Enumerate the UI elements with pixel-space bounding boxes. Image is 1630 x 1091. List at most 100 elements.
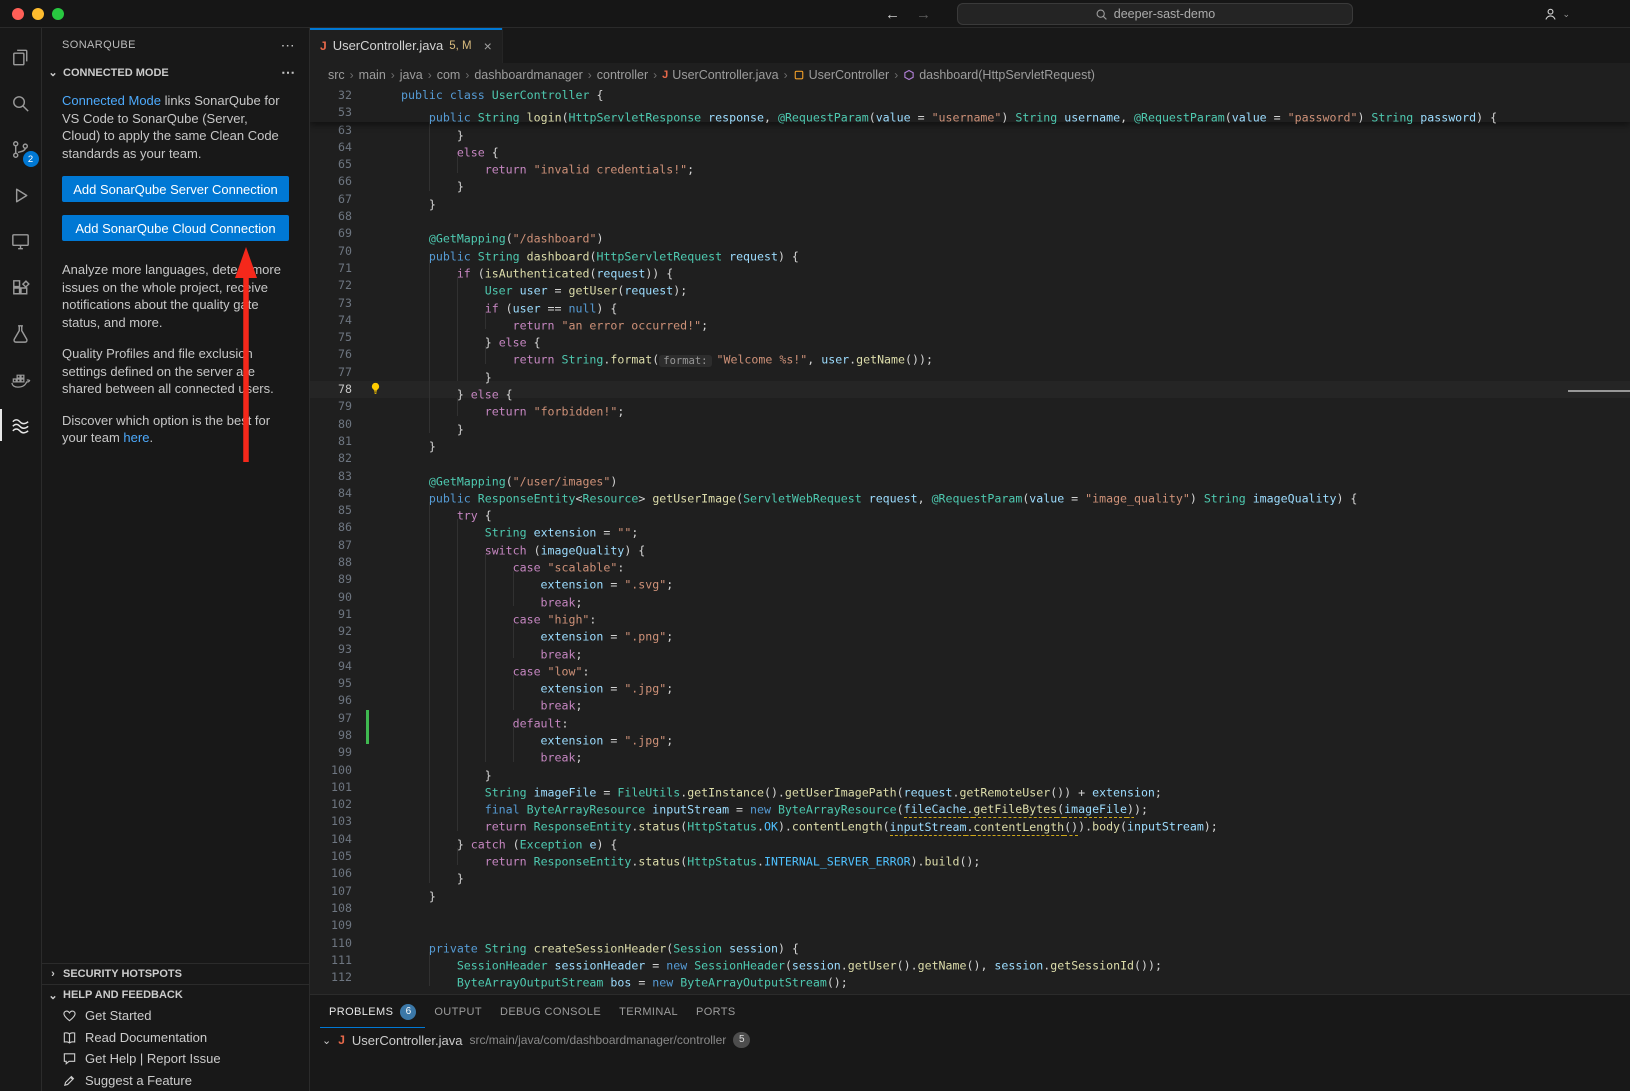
line-number[interactable]: 89	[310, 571, 352, 588]
code-line-69[interactable]: 69@GetMapping("/dashboard")	[310, 225, 1630, 242]
line-number[interactable]: 72	[310, 277, 352, 294]
window-close-button[interactable]	[12, 8, 24, 20]
line-number[interactable]: 69	[310, 225, 352, 242]
code-line-82[interactable]: 82	[310, 450, 1630, 467]
code-line-99[interactable]: 99break;	[310, 744, 1630, 761]
help-item-get-started[interactable]: Get Started	[42, 1005, 309, 1027]
code-line-106[interactable]: 106}	[310, 865, 1630, 882]
code-line-71[interactable]: 71if (isAuthenticated(request)) {	[310, 260, 1630, 277]
command-center-search[interactable]: deeper-sast-demo	[957, 3, 1353, 25]
breadcrumb-item[interactable]: com	[437, 68, 461, 82]
code-line-93[interactable]: 93break;	[310, 641, 1630, 658]
line-number[interactable]: 67	[310, 191, 352, 208]
code-line-95[interactable]: 95extension = ".jpg";	[310, 675, 1630, 692]
code-line-72[interactable]: 72User user = getUser(request);	[310, 277, 1630, 294]
line-number[interactable]: 66	[310, 173, 352, 190]
line-number[interactable]: 91	[310, 606, 352, 623]
code-line-112[interactable]: 112ByteArrayOutputStream bos = new ByteA…	[310, 969, 1630, 986]
code-line-68[interactable]: 68	[310, 208, 1630, 225]
line-number[interactable]: 98	[310, 727, 352, 744]
line-number[interactable]: 76	[310, 346, 352, 363]
line-number[interactable]: 75	[310, 329, 352, 346]
section-more-actions-icon[interactable]: ⋯	[281, 64, 295, 81]
line-number[interactable]: 63	[310, 122, 352, 139]
line-number[interactable]: 73	[310, 295, 352, 312]
line-number[interactable]: 71	[310, 260, 352, 277]
line-number[interactable]: 90	[310, 589, 352, 606]
connected-mode-section-header[interactable]: ⌄ CONNECTED MODE ⋯	[42, 62, 309, 83]
line-number[interactable]: 82	[310, 450, 352, 467]
code-line-111[interactable]: 111SessionHeader sessionHeader = new Ses…	[310, 952, 1630, 969]
line-number[interactable]: 96	[310, 692, 352, 709]
history-back-button[interactable]: ←	[885, 6, 900, 23]
code-line-84[interactable]: 84public ResponseEntity<Resource> getUse…	[310, 485, 1630, 502]
code-line-66[interactable]: 66}	[310, 173, 1630, 190]
add-sonarqube-cloud-connection-button[interactable]: Add SonarQube Cloud Connection	[62, 215, 289, 241]
help-item-get-help-report-issue[interactable]: Get Help | Report Issue	[42, 1048, 309, 1070]
line-number[interactable]: 74	[310, 312, 352, 329]
help-feedback-section-header[interactable]: ⌄ HELP AND FEEDBACK	[42, 984, 309, 1005]
code-line-107[interactable]: 107}	[310, 883, 1630, 900]
line-number[interactable]: 80	[310, 416, 352, 433]
line-number[interactable]: 105	[310, 848, 352, 865]
line-number[interactable]: 83	[310, 468, 352, 485]
search-view-icon[interactable]	[0, 80, 42, 126]
line-number[interactable]: 77	[310, 364, 352, 381]
close-icon[interactable]: ×	[484, 38, 492, 54]
run-debug-icon[interactable]	[0, 172, 42, 218]
code-line-98[interactable]: 98extension = ".jpg";	[310, 727, 1630, 744]
code-line-91[interactable]: 91case "high":	[310, 606, 1630, 623]
code-line-105[interactable]: 105return ResponseEntity.status(HttpStat…	[310, 848, 1630, 865]
text-link[interactable]: Connected Mode	[62, 93, 161, 108]
line-number[interactable]: 102	[310, 796, 352, 813]
line-number[interactable]: 53	[310, 104, 352, 121]
code-line-90[interactable]: 90break;	[310, 589, 1630, 606]
history-forward-button[interactable]: →	[916, 6, 931, 23]
code-line-74[interactable]: 74return "an error occurred!";	[310, 312, 1630, 329]
line-number[interactable]: 70	[310, 243, 352, 260]
line-number[interactable]: 87	[310, 537, 352, 554]
line-number[interactable]: 95	[310, 675, 352, 692]
security-hotspots-section-header[interactable]: › SECURITY HOTSPOTS	[42, 963, 309, 984]
code-line-88[interactable]: 88case "scalable":	[310, 554, 1630, 571]
line-number[interactable]: 101	[310, 779, 352, 796]
panel-tab-ports[interactable]: PORTS	[687, 995, 745, 1028]
more-actions-icon[interactable]: ⋯	[281, 37, 295, 54]
breadcrumb-item[interactable]: java	[400, 68, 423, 82]
code-line-85[interactable]: 85try {	[310, 502, 1630, 519]
code-line-67[interactable]: 67}	[310, 191, 1630, 208]
panel-tab-terminal[interactable]: TERMINAL	[610, 995, 687, 1028]
code-line-89[interactable]: 89extension = ".svg";	[310, 571, 1630, 588]
source-control-icon[interactable]: 2	[0, 126, 42, 172]
tab-usercontroller-java[interactable]: J UserController.java 5, M ×	[310, 28, 503, 63]
breadcrumb-item[interactable]: controller	[597, 68, 648, 82]
help-item-read-documentation[interactable]: Read Documentation	[42, 1027, 309, 1049]
line-number[interactable]: 86	[310, 519, 352, 536]
code-line-76[interactable]: 76return String.format(format:"Welcome %…	[310, 346, 1630, 363]
code-line-32[interactable]: 32public class UserController {	[310, 87, 1630, 104]
code-line-73[interactable]: 73if (user == null) {	[310, 295, 1630, 312]
line-number[interactable]: 111	[310, 952, 352, 969]
problems-file-row[interactable]: ⌄ J UserController.java src/main/java/co…	[310, 1028, 1630, 1052]
lightbulb-icon[interactable]	[369, 382, 382, 395]
code-line-96[interactable]: 96break;	[310, 692, 1630, 709]
breadcrumb-item[interactable]: dashboardmanager	[474, 68, 582, 82]
code-line-101[interactable]: 101String imageFile = FileUtils.getInsta…	[310, 779, 1630, 796]
window-minimize-button[interactable]	[32, 8, 44, 20]
code-line-83[interactable]: 83@GetMapping("/user/images")	[310, 468, 1630, 485]
code-line-102[interactable]: 102final ByteArrayResource inputStream =…	[310, 796, 1630, 813]
code-line-94[interactable]: 94case "low":	[310, 658, 1630, 675]
code-line-92[interactable]: 92extension = ".png";	[310, 623, 1630, 640]
code-line-80[interactable]: 80}	[310, 416, 1630, 433]
code-line-75[interactable]: 75} else {	[310, 329, 1630, 346]
code-line-78[interactable]: 78} else {	[310, 381, 1630, 398]
line-number[interactable]: 103	[310, 813, 352, 830]
code-line-110[interactable]: 110private String createSessionHeader(Se…	[310, 935, 1630, 952]
window-maximize-button[interactable]	[52, 8, 64, 20]
line-number[interactable]: 78	[310, 381, 352, 398]
line-number[interactable]: 104	[310, 831, 352, 848]
line-number[interactable]: 108	[310, 900, 352, 917]
line-number[interactable]: 99	[310, 744, 352, 761]
explorer-icon[interactable]	[0, 34, 42, 80]
code-line-81[interactable]: 81}	[310, 433, 1630, 450]
